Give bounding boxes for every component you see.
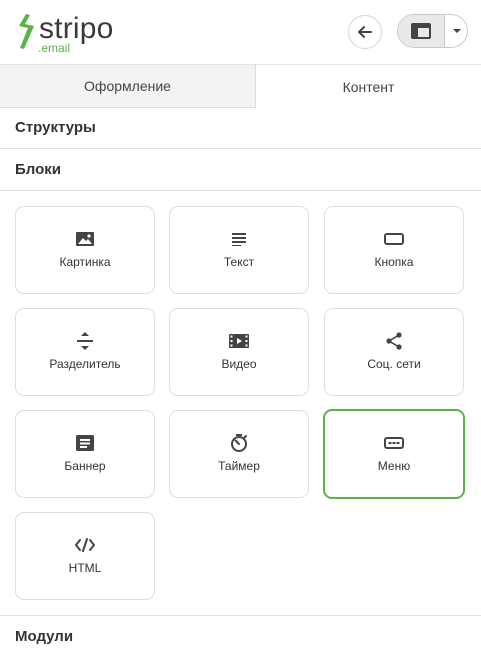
logo-subtext: .email [38,41,71,55]
stripo-logo[interactable]: stripo .email [12,10,132,56]
view-dropdown-button[interactable] [445,15,467,47]
block-label: Текст [223,255,255,269]
block-label: Баннер [64,459,106,473]
button-icon [384,233,404,245]
banner-icon [76,435,94,451]
block-label: Разделитель [49,357,121,371]
block-label: Картинка [59,255,111,269]
header: stripo .email [0,0,481,64]
tab-content[interactable]: Контент [256,65,481,108]
section-structures[interactable]: Структуры [0,107,481,149]
stripo-logo-mark [19,14,34,49]
block-label: Таймер [218,459,260,473]
block-image[interactable]: Картинка [15,206,155,294]
image-icon [76,232,94,246]
back-button[interactable] [348,15,382,49]
block-timer[interactable]: Таймер [169,410,309,498]
block-banner[interactable]: Баннер [15,410,155,498]
block-label: Соц. сети [367,357,421,371]
block-label: Видео [221,357,257,371]
layout-icon [411,23,431,39]
block-menu[interactable]: Меню [323,409,465,499]
block-text[interactable]: Текст [169,206,309,294]
menu-icon [384,437,404,449]
block-label: Кнопка [374,255,414,269]
block-html[interactable]: HTML [15,512,155,600]
divider-icon [77,332,93,350]
block-label: Меню [377,459,411,473]
arrow-left-icon [358,26,372,38]
block-social[interactable]: Соц. сети [324,308,464,396]
block-button[interactable]: Кнопка [324,206,464,294]
block-divider[interactable]: Разделитель [15,308,155,396]
section-blocks[interactable]: Блоки [0,149,481,191]
panel-tabs: Оформление Контент [0,64,481,108]
caret-down-icon [452,29,461,33]
tab-design[interactable]: Оформление [0,65,256,108]
timer-icon [231,434,247,452]
block-video[interactable]: Видео [169,308,309,396]
code-icon [75,538,95,552]
block-label: HTML [68,561,102,575]
text-icon [232,233,246,246]
view-mode-toggle[interactable] [397,14,468,48]
share-icon [386,332,402,350]
video-icon [229,334,249,348]
layout-view-button[interactable] [398,15,445,47]
section-modules[interactable]: Модули [0,615,481,657]
